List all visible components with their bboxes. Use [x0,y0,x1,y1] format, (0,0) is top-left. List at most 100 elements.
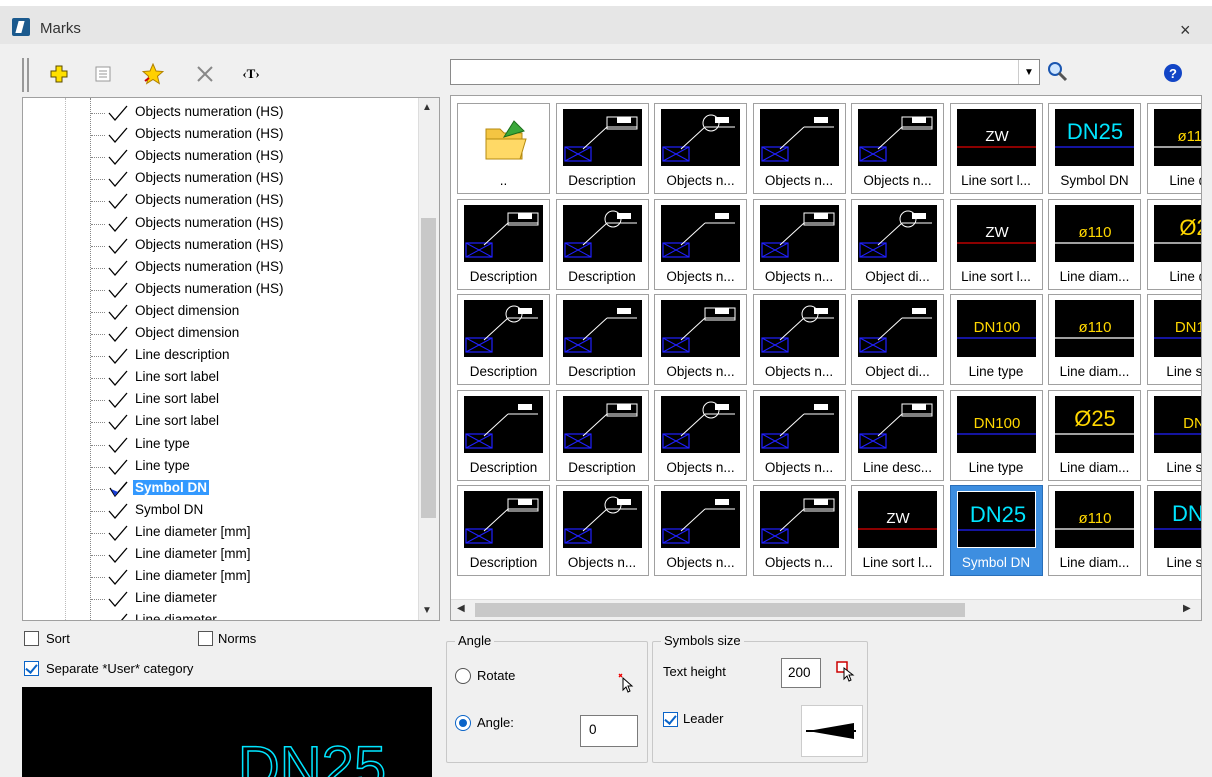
tree-item[interactable]: Line type [23,434,419,456]
mark-tile[interactable]: Description [555,294,649,385]
favorite-star-icon[interactable] [142,63,164,85]
mark-tile[interactable]: DN1 Line size [1146,485,1201,576]
text-height-input[interactable]: 200 [781,658,821,688]
toolbar-grip[interactable] [22,58,29,92]
mark-tile[interactable]: ø110 Line diam... [1048,294,1141,385]
mark-tile[interactable]: Description [555,389,649,481]
mark-tile[interactable]: Description [457,294,550,385]
mark-tile[interactable]: DN100 Line type [949,294,1043,385]
mark-tile[interactable]: Objects n... [654,198,747,290]
search-icon[interactable] [1046,60,1070,84]
mark-tile[interactable]: Description [457,198,550,290]
search-combo[interactable]: ▼ [450,59,1040,85]
close-icon[interactable]: × [1180,20,1191,41]
mark-tile[interactable]: Objects n... [752,198,846,290]
mark-tile[interactable]: Objects n... [654,294,747,385]
mark-tile[interactable]: DN10 Line size [1146,294,1201,385]
scroll-up-icon[interactable]: ▲ [422,102,432,113]
delete-icon[interactable] [194,63,216,85]
mark-tile[interactable]: Object di... [851,198,944,290]
tree-item[interactable]: Symbol DN [23,500,419,522]
mark-tile[interactable]: Objects n... [654,389,747,481]
mark-tile[interactable]: DN25 Symbol DN [1048,103,1141,194]
mark-tile[interactable]: Objects n... [654,485,747,576]
mark-tile[interactable]: Objects n... [851,103,944,194]
tree-item[interactable]: Line diameter [mm] [23,522,419,544]
mark-tile[interactable]: Objects n... [752,103,846,194]
scroll-thumb[interactable] [475,603,965,617]
tree-item[interactable]: Line description [23,345,419,367]
tree-scrollbar[interactable]: ▲ ▼ [418,98,439,620]
leader-style-button[interactable] [801,705,863,757]
angle-radio[interactable] [455,715,471,731]
scroll-down-icon[interactable]: ▼ [422,605,432,616]
tree-item[interactable]: Line diameter [mm] [23,544,419,566]
mark-tile[interactable]: ZW Line sort l... [851,485,944,576]
separate-user-checkbox[interactable] [24,661,39,676]
mark-tile[interactable]: ZW Line sort l... [949,103,1043,194]
text-icon[interactable]: ‹T› [240,63,262,85]
angle-input[interactable]: 0 [580,715,638,747]
tree-item[interactable]: Objects numeration (HS) [23,235,419,257]
checkmark-icon [108,105,128,121]
tree-item[interactable]: Line sort label [23,389,419,411]
scroll-right-icon[interactable]: ▶ [1183,603,1191,614]
mark-tile[interactable]: Description [555,198,649,290]
tree-item[interactable]: Line type [23,456,419,478]
mark-tile-label: Objects n... [666,459,735,475]
tree-item[interactable]: Object dimension [23,323,419,345]
mark-tile[interactable]: Ø25 Line diam... [1048,389,1141,481]
tree-item[interactable]: Objects numeration (HS) [23,124,419,146]
tree-item[interactable]: Line diameter [23,588,419,610]
scroll-left-icon[interactable]: ◀ [457,603,465,614]
mark-tile[interactable]: Line desc... [851,389,944,481]
mark-tile[interactable]: DN100 Line type [949,389,1043,481]
sort-checkbox[interactable] [24,631,39,646]
mark-tile[interactable]: ø110 Line dia [1146,103,1201,194]
tree-item[interactable]: Line diameter [mm] [23,566,419,588]
mark-tile[interactable]: Description [457,389,550,481]
tree-item[interactable]: Objects numeration (HS) [23,279,419,301]
gallery-scrollbar[interactable]: ◀ ▶ [451,599,1201,620]
tree-item[interactable]: Objects numeration (HS) [23,168,419,190]
mark-tile[interactable]: Objects n... [654,103,747,194]
scroll-thumb[interactable] [421,218,436,518]
tree-item[interactable]: Symbol DN [23,478,419,500]
tree-item[interactable]: Object dimension [23,301,419,323]
mark-tile[interactable]: ø110 Line diam... [1048,198,1141,290]
tree-item[interactable]: Objects numeration (HS) [23,190,419,212]
parent-folder-tile[interactable]: .. [457,103,550,194]
mark-tile[interactable]: Description [555,103,649,194]
mark-tile[interactable]: Objects n... [752,294,846,385]
mark-tile[interactable]: Objects n... [752,485,846,576]
mark-tile[interactable]: Description [457,485,550,576]
tree-item[interactable]: Line sort label [23,367,419,389]
tree-item[interactable]: Objects numeration (HS) [23,257,419,279]
leader-checkbox[interactable] [663,712,678,727]
mark-tile[interactable]: DN25 Symbol DN [949,485,1043,576]
properties-icon[interactable] [92,63,114,85]
add-icon[interactable] [48,63,70,85]
mark-tile[interactable]: DN Line size [1146,389,1201,481]
rotate-radio[interactable] [455,668,471,684]
tree-item[interactable]: Objects numeration (HS) [23,146,419,168]
mark-tile[interactable]: Object di... [851,294,944,385]
search-input[interactable] [451,60,1015,84]
norms-checkbox[interactable] [198,631,213,646]
marks-gallery[interactable]: .. Description Objects n... Objects n... Obj… [450,95,1202,621]
tree-item[interactable]: Line diameter [23,610,419,620]
mark-tile[interactable]: Objects n... [555,485,649,576]
marks-tree[interactable]: Objects numeration (HS) Objects numeratio… [22,97,440,621]
checkmark-icon [108,326,128,342]
pick-height-icon[interactable] [835,660,857,685]
chevron-down-icon[interactable]: ▼ [1018,60,1039,84]
pick-point-icon[interactable] [617,672,635,697]
help-icon[interactable]: ? [1164,64,1182,82]
mark-tile[interactable]: ZW Line sort l... [949,198,1043,290]
tree-item[interactable]: Line sort label [23,411,419,433]
mark-tile[interactable]: Objects n... [752,389,846,481]
mark-tile[interactable]: ø110 Line diam... [1048,485,1141,576]
tree-item[interactable]: Objects numeration (HS) [23,213,419,235]
mark-tile[interactable]: Ø2 Line dia [1146,198,1201,290]
tree-item[interactable]: Objects numeration (HS) [23,102,419,124]
